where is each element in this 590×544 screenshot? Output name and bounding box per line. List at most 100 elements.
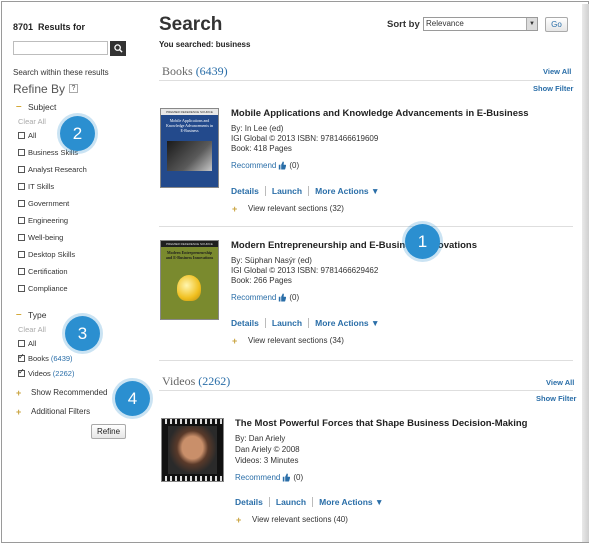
- recommend-count: (0): [289, 293, 300, 302]
- checkbox[interactable]: [18, 352, 25, 362]
- checkbox[interactable]: [18, 217, 25, 224]
- checkbox[interactable]: [18, 183, 25, 190]
- refine-button[interactable]: Refine: [91, 424, 126, 439]
- divider: [159, 226, 573, 227]
- subject-option[interactable]: Well-being: [18, 233, 63, 242]
- books-section-title: Books (6439): [162, 64, 228, 79]
- results-count: 8701 Results for: [13, 22, 131, 32]
- books-show-filter-link[interactable]: Show Filter: [533, 84, 573, 93]
- result-title-link[interactable]: Mobile Applications and Knowledge Advanc…: [231, 108, 529, 119]
- recommend-label: Recommend: [231, 161, 277, 170]
- sidebar: 8701 Results for Search within these res…: [13, 22, 131, 439]
- recommend-link[interactable]: Recommend (0): [235, 473, 303, 482]
- sort-select[interactable]: Relevance ▼: [423, 17, 538, 31]
- details-link[interactable]: Details: [231, 318, 259, 328]
- recommend-label: Recommend: [235, 473, 281, 482]
- type-option[interactable]: All: [18, 339, 36, 348]
- type-facet-toggle[interactable]: – Type: [16, 309, 46, 320]
- subject-option[interactable]: Compliance: [18, 284, 68, 293]
- more-actions-menu[interactable]: More Actions ▼: [315, 186, 379, 196]
- checkbox[interactable]: [18, 200, 25, 207]
- type-option[interactable]: Videos(2262): [18, 367, 75, 378]
- book-cover[interactable]: PREMIER REFERENCE SOURCE Mobile Applicat…: [160, 108, 219, 188]
- more-actions-menu[interactable]: More Actions ▼: [319, 497, 383, 507]
- recommend-link[interactable]: Recommend (0): [231, 161, 299, 170]
- checkbox[interactable]: [18, 234, 25, 241]
- videos-label: Videos: [162, 374, 196, 388]
- result-title-link[interactable]: The Most Powerful Forces that Shape Busi…: [235, 418, 527, 429]
- checkbox[interactable]: [18, 132, 25, 139]
- result-title-link[interactable]: Modern Entrepreneurship and E-Business I…: [231, 240, 477, 251]
- type-heading: Type: [28, 309, 47, 320]
- type-clear-all[interactable]: Clear All: [18, 325, 46, 334]
- type-option-count: (2262): [52, 369, 75, 378]
- result-publisher: IGI Global © 2013 ISBN: 9781466629462: [231, 266, 379, 275]
- subject-option-label: Desktop Skills: [28, 250, 76, 259]
- subject-option-label: Government: [28, 199, 70, 208]
- divider: [159, 390, 573, 391]
- subject-option-label: Well-being: [28, 233, 64, 242]
- details-link[interactable]: Details: [235, 497, 263, 507]
- result-publisher: IGI Global © 2013 ISBN: 9781466619609: [231, 134, 379, 143]
- show-recommended-label: Show Recommended: [31, 388, 108, 397]
- subject-option[interactable]: IT Skills: [18, 182, 54, 191]
- checkbox[interactable]: [18, 149, 25, 156]
- results-number: 8701: [13, 22, 34, 32]
- result-author: By: Dan Ariely: [235, 434, 286, 443]
- film-strip-top: [162, 419, 223, 424]
- subject-option[interactable]: Engineering: [18, 216, 68, 225]
- go-button[interactable]: Go: [545, 17, 568, 32]
- help-icon[interactable]: ?: [69, 84, 78, 93]
- subject-option[interactable]: Business Skills: [18, 148, 78, 157]
- plus-icon: +: [16, 387, 22, 398]
- videos-section-title: Videos (2262): [162, 374, 230, 389]
- subject-option[interactable]: Certification: [18, 267, 68, 276]
- view-sections-toggle[interactable]: + View relevant sections (32): [232, 204, 344, 213]
- videos-view-all-link[interactable]: View All: [546, 378, 574, 387]
- details-link[interactable]: Details: [231, 186, 259, 196]
- books-view-all-link[interactable]: View All: [543, 67, 571, 76]
- search-within-label: Search within these results: [13, 68, 109, 77]
- search-within-input[interactable]: [13, 41, 108, 55]
- plus-icon: +: [16, 406, 22, 417]
- launch-link[interactable]: Launch: [272, 186, 302, 196]
- callout-badge-2: 2: [60, 116, 95, 151]
- additional-filters-toggle[interactable]: + Additional Filters: [16, 407, 90, 416]
- subject-option[interactable]: Analyst Research: [18, 165, 87, 174]
- more-actions-menu[interactable]: More Actions ▼: [315, 318, 379, 328]
- launch-link[interactable]: Launch: [272, 318, 302, 328]
- search-within-row: [13, 41, 126, 56]
- books-label: Books: [162, 64, 193, 78]
- video-thumbnail[interactable]: [161, 418, 224, 482]
- result-actions: Details Launch More Actions ▼: [231, 186, 379, 196]
- result-author: By: Süphan Nasýr (ed): [231, 256, 312, 265]
- checkbox[interactable]: [18, 285, 25, 292]
- cover-title: Modern Entrepreneurship and E-Business I…: [165, 250, 214, 260]
- subject-option[interactable]: All: [18, 131, 36, 140]
- checkbox[interactable]: [18, 251, 25, 258]
- show-recommended-toggle[interactable]: + Show Recommended: [16, 388, 107, 397]
- book-cover[interactable]: PREMIER REFERENCE SOURCE Modern Entrepre…: [160, 240, 219, 320]
- result-actions: Details Launch More Actions ▼: [235, 497, 383, 507]
- subject-facet-toggle[interactable]: – Subject: [16, 101, 56, 112]
- recommend-link[interactable]: Recommend (0): [231, 293, 299, 302]
- subject-clear-all[interactable]: Clear All: [18, 117, 46, 126]
- type-option-label: All: [28, 339, 37, 348]
- view-sections-toggle[interactable]: + View relevant sections (40): [236, 515, 348, 524]
- refine-by-title: Refine By: [13, 82, 66, 96]
- sort-value: Relevance: [426, 19, 464, 28]
- search-within-button[interactable]: [110, 41, 126, 56]
- view-sections-toggle[interactable]: + View relevant sections (34): [232, 336, 344, 345]
- subject-option[interactable]: Desktop Skills: [18, 250, 75, 259]
- launch-link[interactable]: Launch: [276, 497, 306, 507]
- videos-show-filter-link[interactable]: Show Filter: [536, 394, 576, 403]
- checkbox[interactable]: [18, 268, 25, 275]
- checkbox[interactable]: [18, 367, 25, 377]
- additional-filters-label: Additional Filters: [31, 407, 91, 416]
- checkbox[interactable]: [18, 340, 25, 347]
- subject-heading: Subject: [28, 101, 57, 112]
- checkbox[interactable]: [18, 166, 25, 173]
- type-option[interactable]: Books(6439): [18, 352, 73, 363]
- subject-option[interactable]: Government: [18, 199, 69, 208]
- result-actions: Details Launch More Actions ▼: [231, 318, 379, 328]
